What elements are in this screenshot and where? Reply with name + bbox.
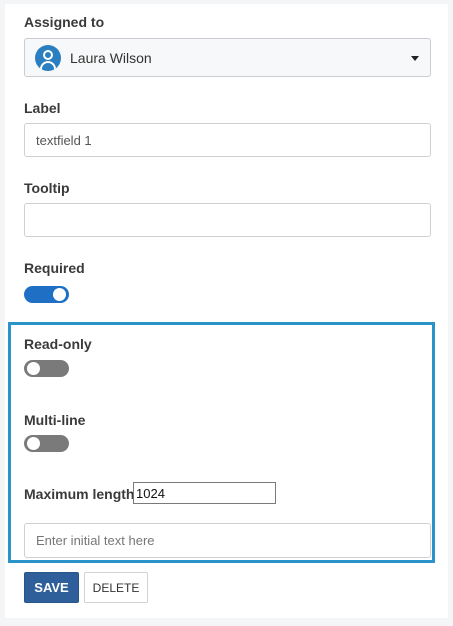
selection-highlight bbox=[8, 322, 435, 563]
assigned-to-label: Assigned to bbox=[24, 14, 105, 30]
chevron-down-icon bbox=[411, 56, 419, 61]
save-button[interactable]: SAVE bbox=[24, 572, 79, 603]
toggle-knob bbox=[53, 288, 66, 301]
tooltip-input[interactable] bbox=[24, 203, 431, 237]
required-label: Required bbox=[24, 260, 85, 276]
delete-button[interactable]: DELETE bbox=[84, 572, 148, 603]
assigned-to-select[interactable]: Laura Wilson bbox=[24, 38, 431, 77]
assigned-user-name: Laura Wilson bbox=[70, 49, 152, 66]
tooltip-field-label: Tooltip bbox=[24, 180, 70, 196]
label-input[interactable]: textfield 1 bbox=[24, 123, 431, 157]
user-avatar-icon bbox=[35, 44, 61, 71]
required-toggle[interactable] bbox=[24, 286, 69, 303]
label-field-label: Label bbox=[24, 100, 61, 116]
